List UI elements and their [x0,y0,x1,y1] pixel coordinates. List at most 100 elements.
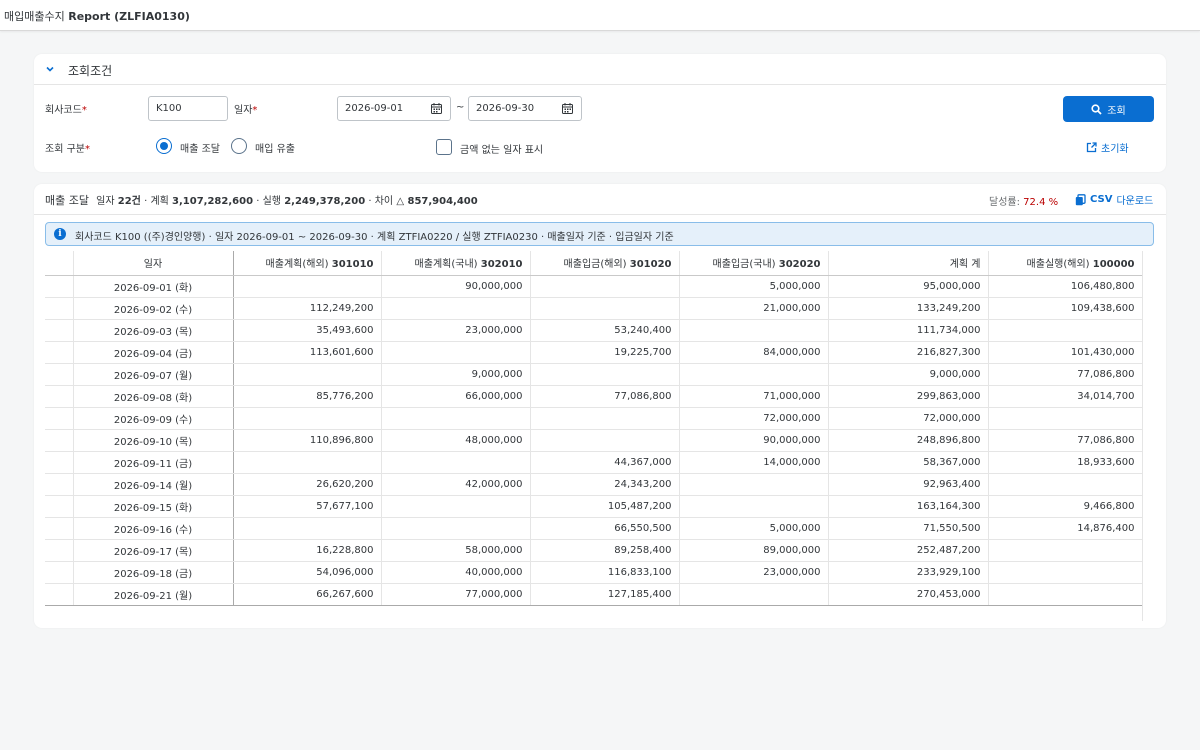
row-selector[interactable] [45,407,74,430]
radio-purchase-outflow[interactable] [231,138,247,154]
amount-cell [233,517,382,540]
table-row[interactable]: 2026-09-11 (금) 44,367,000 14,000,000 58,367… [45,451,1143,474]
date-to-value: 2026-09-30 [476,103,535,114]
results-panel: 매출 조달 일자 22건 · 계획 3,107,282,600 · 실행 2,2… [34,184,1166,628]
actual-label: 실행 [262,196,281,207]
amount-cell: 116,833,100 [530,561,680,584]
table-row[interactable]: 2026-09-10 (목) 110,896,800 48,000,000 90,00… [45,429,1143,452]
achievement-rate: 달성률: 72.4 % [989,193,1058,208]
amount-cell: 111,734,000 [828,319,989,342]
row-selector[interactable] [45,297,74,320]
table-row[interactable]: 2026-09-02 (수) 112,249,200 21,000,000 133,2… [45,297,1143,320]
amount-cell: 16,228,800 [233,539,382,562]
results-table: 일자 매출계획(해외) 301010 매출계획(국내) 302010 매출입금(… [45,251,1143,606]
amount-cell: 90,000,000 [381,275,531,298]
amount-cell [988,473,1143,496]
search-icon [1091,103,1102,115]
company-code-input[interactable]: K100 [148,96,228,121]
table-row[interactable]: 2026-09-07 (월) 9,000,000 9,000,000 77,086,8… [45,363,1143,386]
row-selector[interactable] [45,539,74,562]
table-row[interactable]: 2026-09-16 (수) 66,550,500 5,000,000 71,550,… [45,517,1143,540]
row-selector[interactable] [45,495,74,518]
column-header[interactable]: 매출계획(해외) 301010 [233,251,382,276]
row-selector[interactable] [45,319,74,342]
amount-cell: 95,000,000 [828,275,989,298]
date-to-input[interactable]: 2026-09-30 [468,96,582,121]
amount-cell: 9,000,000 [381,363,531,386]
row-selector[interactable] [45,583,74,606]
amount-cell: 66,000,000 [381,385,531,408]
date-cell: 2026-09-11 (금) [73,451,234,474]
show-empty-dates-label[interactable]: 금액 없는 일자 표시 [460,141,543,156]
amount-cell: 113,601,600 [233,341,382,364]
row-selector[interactable] [45,341,74,364]
calendar-icon[interactable] [562,103,573,114]
amount-cell [381,451,531,474]
csv-download-button[interactable]: CSV 다운로드 [1075,192,1153,207]
download-label: 다운로드 [1116,196,1154,207]
table-row[interactable]: 2026-09-01 (화) 90,000,000 5,000,000 95,000,… [45,275,1143,298]
amount-cell: 90,000,000 [679,429,829,452]
date-from-input[interactable]: 2026-09-01 [337,96,451,121]
column-header[interactable]: 매출계획(국내) 302010 [381,251,531,276]
actual-total: 2,249,378,200 [284,196,366,207]
date-cell: 2026-09-02 (수) [73,297,234,320]
amount-cell: 270,453,000 [828,583,989,606]
row-selector[interactable] [45,473,74,496]
radio-purchase-outflow-label[interactable]: 매입 유출 [255,140,295,155]
table-row[interactable]: 2026-09-08 (화) 85,776,200 66,000,000 77,086… [45,385,1143,408]
amount-cell: 105,487,200 [530,495,680,518]
date-cell: 2026-09-01 (화) [73,275,234,298]
table-row[interactable]: 2026-09-15 (화) 57,677,100 105,487,200 163,1… [45,495,1143,518]
table-row[interactable]: 2026-09-14 (월) 26,620,200 42,000,000 24,343… [45,473,1143,496]
row-selector[interactable] [45,385,74,408]
date-from-value: 2026-09-01 [345,103,404,114]
date-cell: 2026-09-04 (금) [73,341,234,364]
app-title: 매입매출수지 Report (ZLFIA0130) [4,8,190,24]
amount-cell: 72,000,000 [679,407,829,430]
results-summary: 매출 조달 일자 22건 · 계획 3,107,282,600 · 실행 2,2… [45,192,478,208]
summary-separator: · [144,196,148,207]
column-header[interactable]: 매출입금(해외) 301020 [530,251,680,276]
row-selector-header [45,251,74,276]
table-row[interactable]: 2026-09-09 (수) 72,000,000 72,000,000 [45,407,1143,430]
row-selector[interactable] [45,517,74,540]
column-header[interactable]: 계획 계 [828,251,989,276]
column-header[interactable]: 매출실행(해외) 100000 [988,251,1143,276]
row-selector[interactable] [45,275,74,298]
amount-cell: 112,249,200 [233,297,382,320]
row-selector[interactable] [45,363,74,386]
column-header[interactable]: 일자 [73,251,234,276]
table-row[interactable]: 2026-09-04 (금) 113,601,600 19,225,700 84,00… [45,341,1143,364]
summary-separator: · [368,196,372,207]
search-button-label: 조회 [1107,105,1126,117]
search-button[interactable]: 조회 [1063,96,1154,122]
table-row[interactable]: 2026-09-18 (금) 54,096,000 40,000,000 116,83… [45,561,1143,584]
column-header[interactable]: 매출입금(국내) 302020 [679,251,829,276]
filter-header[interactable]: 조회조건 [34,54,1166,85]
amount-cell: 14,876,400 [988,517,1143,540]
amount-cell: 72,000,000 [828,407,989,430]
info-icon: i [54,228,66,240]
row-selector[interactable] [45,561,74,584]
row-selector[interactable] [45,451,74,474]
row-selector[interactable] [45,429,74,452]
results-title: 매출 조달 [45,194,89,207]
chevron-down-icon[interactable] [44,63,56,75]
radio-sales-funding[interactable] [156,138,172,154]
calendar-icon[interactable] [431,103,442,114]
radio-sales-funding-label[interactable]: 매출 조달 [180,140,220,155]
reset-button[interactable]: 초기화 [1086,140,1129,155]
table-row[interactable]: 2026-09-21 (월) 66,267,600 77,000,000 127,18… [45,583,1143,606]
table-row[interactable]: 2026-09-03 (목) 35,493,600 23,000,000 53,240… [45,319,1143,342]
show-empty-dates-checkbox[interactable] [436,139,452,155]
date-cell: 2026-09-03 (목) [73,319,234,342]
table-header-row: 일자 매출계획(해외) 301010 매출계획(국내) 302010 매출입금(… [45,251,1143,276]
amount-cell: 71,000,000 [679,385,829,408]
table-row[interactable]: 2026-09-17 (목) 16,228,800 58,000,000 89,258… [45,539,1143,562]
csv-label: CSV [1090,194,1113,205]
amount-cell [381,517,531,540]
date-cell: 2026-09-08 (화) [73,385,234,408]
vertical-scrollbar[interactable] [1142,251,1154,621]
amount-cell [988,319,1143,342]
